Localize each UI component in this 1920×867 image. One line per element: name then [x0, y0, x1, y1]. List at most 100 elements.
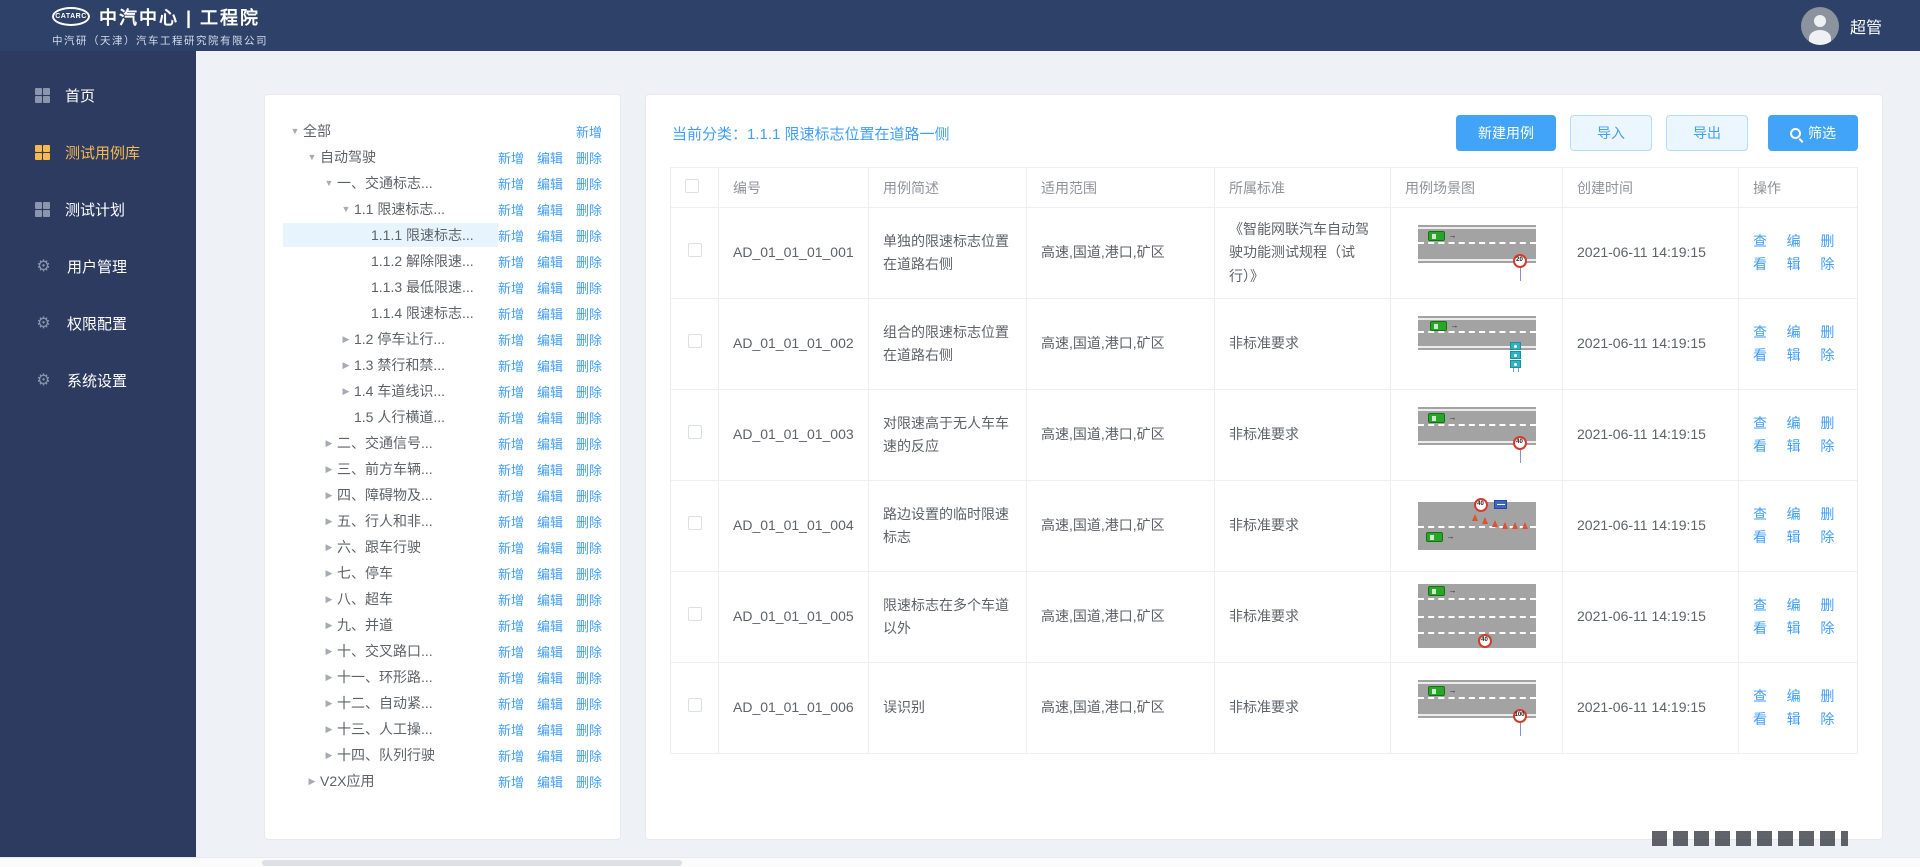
edit-link[interactable]: 编辑	[1787, 594, 1810, 640]
user-box[interactable]: 超管	[1800, 6, 1882, 45]
view-link[interactable]: 查看	[1753, 594, 1776, 640]
edit-link[interactable]: 编辑	[1787, 503, 1810, 549]
tree-add-link[interactable]: 新增	[498, 174, 524, 193]
tree-node-label[interactable]: 四、障碍物及...	[337, 485, 433, 505]
tree-add-link[interactable]: 新增	[498, 382, 524, 401]
tree-node-label[interactable]: 1.1.4 限速标志...	[371, 303, 474, 323]
chevron-right-icon[interactable]: ▶	[321, 672, 337, 683]
tree-edit-link[interactable]: 编辑	[537, 434, 563, 453]
tree-edit-link[interactable]: 编辑	[537, 746, 563, 765]
tree-edit-link[interactable]: 编辑	[537, 642, 563, 661]
tree-node-label[interactable]: 六、跟车行驶	[337, 537, 421, 557]
chevron-right-icon[interactable]: ▶	[321, 490, 337, 501]
sidebar-item-test-case-library[interactable]: 测试用例库	[0, 124, 196, 181]
tree-add-link[interactable]: 新增	[498, 668, 524, 687]
tree-node-label[interactable]: V2X应用	[320, 771, 374, 791]
delete-link[interactable]: 删除	[1820, 685, 1843, 731]
tree-delete-link[interactable]: 删除	[576, 538, 602, 557]
tree-add-link[interactable]: 新增	[498, 330, 524, 349]
tree-delete-link[interactable]: 删除	[576, 694, 602, 713]
chevron-right-icon[interactable]: ▶	[338, 334, 354, 345]
tree-edit-link[interactable]: 编辑	[537, 538, 563, 557]
tree-delete-link[interactable]: 删除	[576, 460, 602, 479]
view-link[interactable]: 查看	[1753, 412, 1776, 458]
tree-edit-link[interactable]: 编辑	[537, 616, 563, 635]
delete-link[interactable]: 删除	[1820, 230, 1843, 276]
delete-link[interactable]: 删除	[1820, 594, 1843, 640]
tree-add-link[interactable]: 新增	[498, 512, 524, 531]
tree-delete-link[interactable]: 删除	[576, 278, 602, 297]
chevron-down-icon[interactable]: ▼	[304, 152, 320, 162]
tree-delete-link[interactable]: 删除	[576, 590, 602, 609]
row-checkbox[interactable]	[687, 425, 702, 440]
chevron-right-icon[interactable]: ▶	[321, 646, 337, 657]
tree-edit-link[interactable]: 编辑	[537, 720, 563, 739]
tree-add-link[interactable]: 新增	[498, 148, 524, 167]
view-link[interactable]: 查看	[1753, 230, 1776, 276]
view-link[interactable]: 查看	[1753, 503, 1776, 549]
chevron-down-icon[interactable]: ▼	[287, 126, 303, 136]
tree-node-label[interactable]: 1.2 停车让行...	[354, 329, 445, 349]
tree-edit-link[interactable]: 编辑	[537, 174, 563, 193]
tree-delete-link[interactable]: 删除	[576, 356, 602, 375]
tree-delete-link[interactable]: 删除	[576, 382, 602, 401]
tree-add-link[interactable]: 新增	[498, 252, 524, 271]
tree-delete-link[interactable]: 删除	[576, 226, 602, 245]
tree-node-label[interactable]: 十三、人工操...	[337, 719, 433, 739]
new-case-button[interactable]: 新建用例	[1456, 115, 1556, 151]
horizontal-scrollbar[interactable]	[0, 857, 1920, 867]
tree-add-link[interactable]: 新增	[498, 564, 524, 583]
edit-link[interactable]: 编辑	[1787, 230, 1810, 276]
tree-add-link[interactable]: 新增	[498, 538, 524, 557]
tree-node-label[interactable]: 三、前方车辆...	[337, 459, 433, 479]
tree-add-link[interactable]: 新增	[498, 720, 524, 739]
chevron-right-icon[interactable]: ▶	[321, 438, 337, 449]
tree-edit-link[interactable]: 编辑	[537, 226, 563, 245]
edit-link[interactable]: 编辑	[1787, 321, 1810, 367]
tree-delete-link[interactable]: 删除	[576, 408, 602, 427]
tree-node-label[interactable]: 十、交叉路口...	[337, 641, 433, 661]
tree-node-label[interactable]: 1.3 禁行和禁...	[354, 355, 445, 375]
tree-node-label[interactable]: 1.5 人行横道...	[354, 407, 445, 427]
chevron-right-icon[interactable]: ▶	[321, 750, 337, 761]
tree-node-label[interactable]: 1.1.1 限速标志...	[371, 225, 474, 245]
view-link[interactable]: 查看	[1753, 685, 1776, 731]
tree-add-link[interactable]: 新增	[498, 200, 524, 219]
tree-delete-link[interactable]: 删除	[576, 746, 602, 765]
tree-node-label[interactable]: 1.1.3 最低限速...	[371, 277, 474, 297]
tree-add-link[interactable]: 新增	[498, 746, 524, 765]
row-checkbox[interactable]	[687, 334, 702, 349]
tree-delete-link[interactable]: 删除	[576, 720, 602, 739]
tree-edit-link[interactable]: 编辑	[537, 382, 563, 401]
chevron-right-icon[interactable]: ▶	[321, 620, 337, 631]
tree-delete-link[interactable]: 删除	[576, 434, 602, 453]
chevron-right-icon[interactable]: ▶	[321, 698, 337, 709]
tree-node-label[interactable]: 二、交通信号...	[337, 433, 433, 453]
tree-edit-link[interactable]: 编辑	[537, 668, 563, 687]
tree-add-link[interactable]: 新增	[576, 122, 602, 141]
tree-edit-link[interactable]: 编辑	[537, 590, 563, 609]
filter-button[interactable]: 筛选	[1768, 115, 1858, 151]
sidebar-item-test-plan[interactable]: 测试计划	[0, 181, 196, 238]
tree-node-label[interactable]: 自动驾驶	[320, 147, 376, 167]
tree-add-link[interactable]: 新增	[498, 694, 524, 713]
row-checkbox[interactable]	[687, 607, 702, 622]
tree-node-label[interactable]: 十四、队列行驶	[337, 745, 435, 765]
tree-delete-link[interactable]: 删除	[576, 200, 602, 219]
tree-edit-link[interactable]: 编辑	[537, 694, 563, 713]
tree-edit-link[interactable]: 编辑	[537, 330, 563, 349]
tree-edit-link[interactable]: 编辑	[537, 252, 563, 271]
chevron-right-icon[interactable]: ▶	[321, 568, 337, 579]
import-button[interactable]: 导入	[1570, 115, 1652, 151]
chevron-right-icon[interactable]: ▶	[304, 776, 320, 787]
chevron-right-icon[interactable]: ▶	[321, 594, 337, 605]
edit-link[interactable]: 编辑	[1787, 685, 1810, 731]
tree-node-label[interactable]: 1.4 车道线识...	[354, 381, 445, 401]
tree-edit-link[interactable]: 编辑	[537, 356, 563, 375]
row-checkbox[interactable]	[687, 243, 702, 258]
delete-link[interactable]: 删除	[1820, 412, 1843, 458]
tree-delete-link[interactable]: 删除	[576, 252, 602, 271]
tree-delete-link[interactable]: 删除	[576, 564, 602, 583]
tree-delete-link[interactable]: 删除	[576, 330, 602, 349]
tree-edit-link[interactable]: 编辑	[537, 486, 563, 505]
